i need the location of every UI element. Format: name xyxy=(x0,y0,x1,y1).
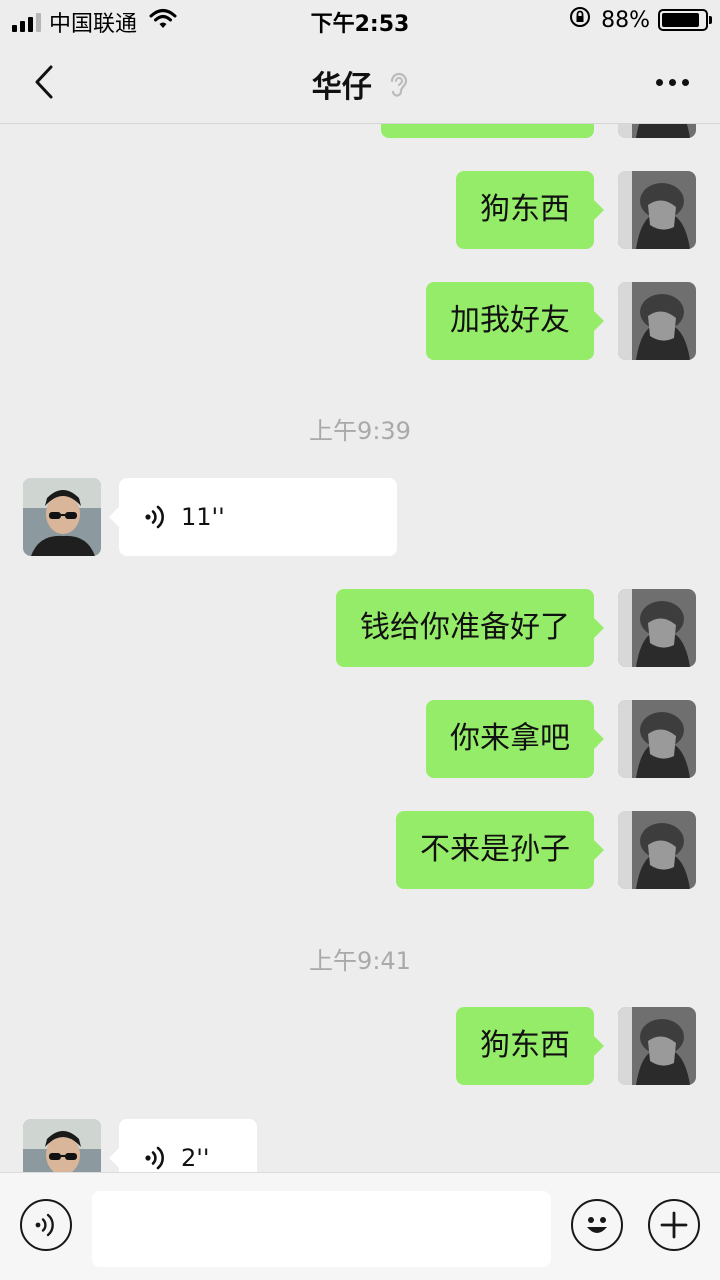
message-row: 钱给你准备好了 xyxy=(0,589,720,667)
orientation-lock-icon xyxy=(569,6,591,34)
battery-percent: 88% xyxy=(601,7,650,33)
message-row: 2'' xyxy=(0,1119,720,1172)
message-bubble[interactable]: 你来拿吧 xyxy=(426,700,604,778)
my-avatar[interactable] xyxy=(618,589,696,667)
message-row: 11'' xyxy=(0,478,720,556)
message-bubble[interactable]: 加我好友 xyxy=(426,282,604,360)
voice-duration: 11'' xyxy=(181,503,225,531)
my-avatar[interactable] xyxy=(618,811,696,889)
my-avatar[interactable] xyxy=(618,282,696,360)
voice-wave-icon xyxy=(145,1146,164,1170)
voice-input-button[interactable] xyxy=(20,1199,72,1251)
voice-duration: 2'' xyxy=(181,1144,210,1172)
message-bubble[interactable] xyxy=(381,124,594,138)
message-row xyxy=(0,124,720,138)
voice-message[interactable]: 2'' xyxy=(109,1119,257,1172)
message-row: 加我好友 xyxy=(0,282,720,360)
my-avatar[interactable] xyxy=(618,171,696,249)
emoji-button[interactable] xyxy=(571,1199,623,1251)
ear-icon xyxy=(388,71,408,107)
add-icon xyxy=(660,1211,688,1239)
voice-message[interactable]: 11'' xyxy=(109,478,397,556)
input-toolbar xyxy=(0,1172,720,1280)
add-button[interactable] xyxy=(648,1199,700,1251)
more-icon xyxy=(655,78,689,86)
message-row: 不来是孙子 xyxy=(0,811,720,889)
timestamp: 上午9:39 xyxy=(309,417,411,445)
more-button[interactable] xyxy=(644,60,700,104)
chat-title-container: 华仔 xyxy=(0,62,720,107)
message-bubble[interactable]: 狗东西 xyxy=(456,171,604,249)
chat-list[interactable]: 狗东西 加我好友 上午9:39 11'' 钱给你准备好了 你来拿吧 不来是孙子 … xyxy=(0,124,720,1172)
voice-wave-icon xyxy=(145,505,164,529)
contact-avatar[interactable] xyxy=(23,1119,101,1172)
nav-bar: 华仔 xyxy=(0,40,720,124)
timestamp: 上午9:41 xyxy=(309,947,411,975)
voice-input-icon xyxy=(35,1213,54,1237)
my-avatar[interactable] xyxy=(618,700,696,778)
message-bubble[interactable]: 钱给你准备好了 xyxy=(336,589,604,667)
emoji-icon xyxy=(587,1217,607,1233)
battery-icon xyxy=(658,9,712,31)
my-avatar[interactable] xyxy=(618,124,696,138)
message-input[interactable] xyxy=(92,1191,551,1267)
message-row: 狗东西 xyxy=(0,171,720,249)
status-bar: 中国联通 下午2:53 88% xyxy=(0,0,720,40)
my-avatar[interactable] xyxy=(618,1007,696,1085)
status-bar-right: 88% xyxy=(569,6,712,34)
message-bubble[interactable]: 不来是孙子 xyxy=(396,811,604,889)
message-row: 狗东西 xyxy=(0,1007,720,1085)
chat-title: 华仔 xyxy=(311,70,372,105)
contact-avatar[interactable] xyxy=(23,478,101,556)
message-row: 你来拿吧 xyxy=(0,700,720,778)
message-bubble[interactable]: 狗东西 xyxy=(456,1007,604,1085)
